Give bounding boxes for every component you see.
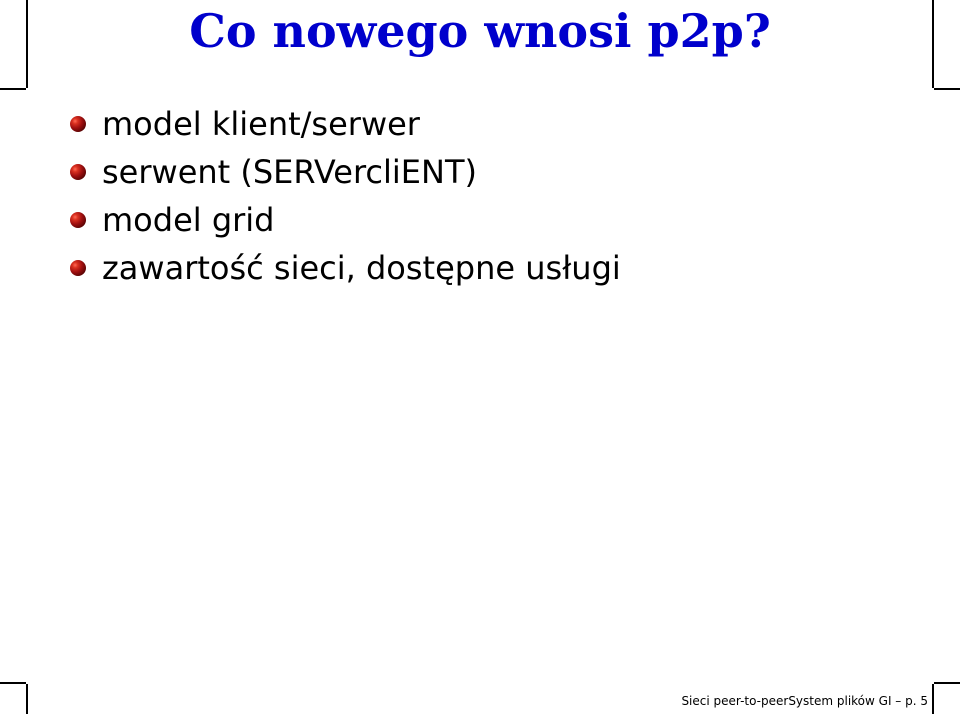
list-item-text: serwent (SERVercliENT) — [102, 153, 477, 191]
bullet-icon — [70, 116, 86, 132]
frame-corner-br-v — [932, 684, 934, 714]
list-item: model grid — [70, 201, 900, 239]
list-item-text: model klient/serwer — [102, 105, 420, 143]
frame-corner-tr-h — [934, 88, 960, 90]
slide-footer: Sieci peer-to-peerSystem plików GI – p. … — [681, 694, 928, 708]
frame-corner-bl-v — [26, 684, 28, 714]
list-item-text: model grid — [102, 201, 274, 239]
bullet-icon — [70, 164, 86, 180]
frame-corner-tl-h — [0, 88, 26, 90]
bullet-icon — [70, 212, 86, 228]
list-item: model klient/serwer — [70, 105, 900, 143]
list-item-text: zawartość sieci, dostępne usługi — [102, 249, 621, 287]
bullet-icon — [70, 260, 86, 276]
slide-title: Co nowego wnosi p2p? — [0, 4, 960, 58]
frame-corner-bl-h — [0, 682, 26, 684]
frame-corner-br-h — [934, 682, 960, 684]
list-item: serwent (SERVercliENT) — [70, 153, 900, 191]
list-item: zawartość sieci, dostępne usługi — [70, 249, 900, 287]
slide: Co nowego wnosi p2p? model klient/serwer… — [0, 0, 960, 714]
content-area: model klient/serwer serwent (SERVercliEN… — [70, 105, 900, 297]
